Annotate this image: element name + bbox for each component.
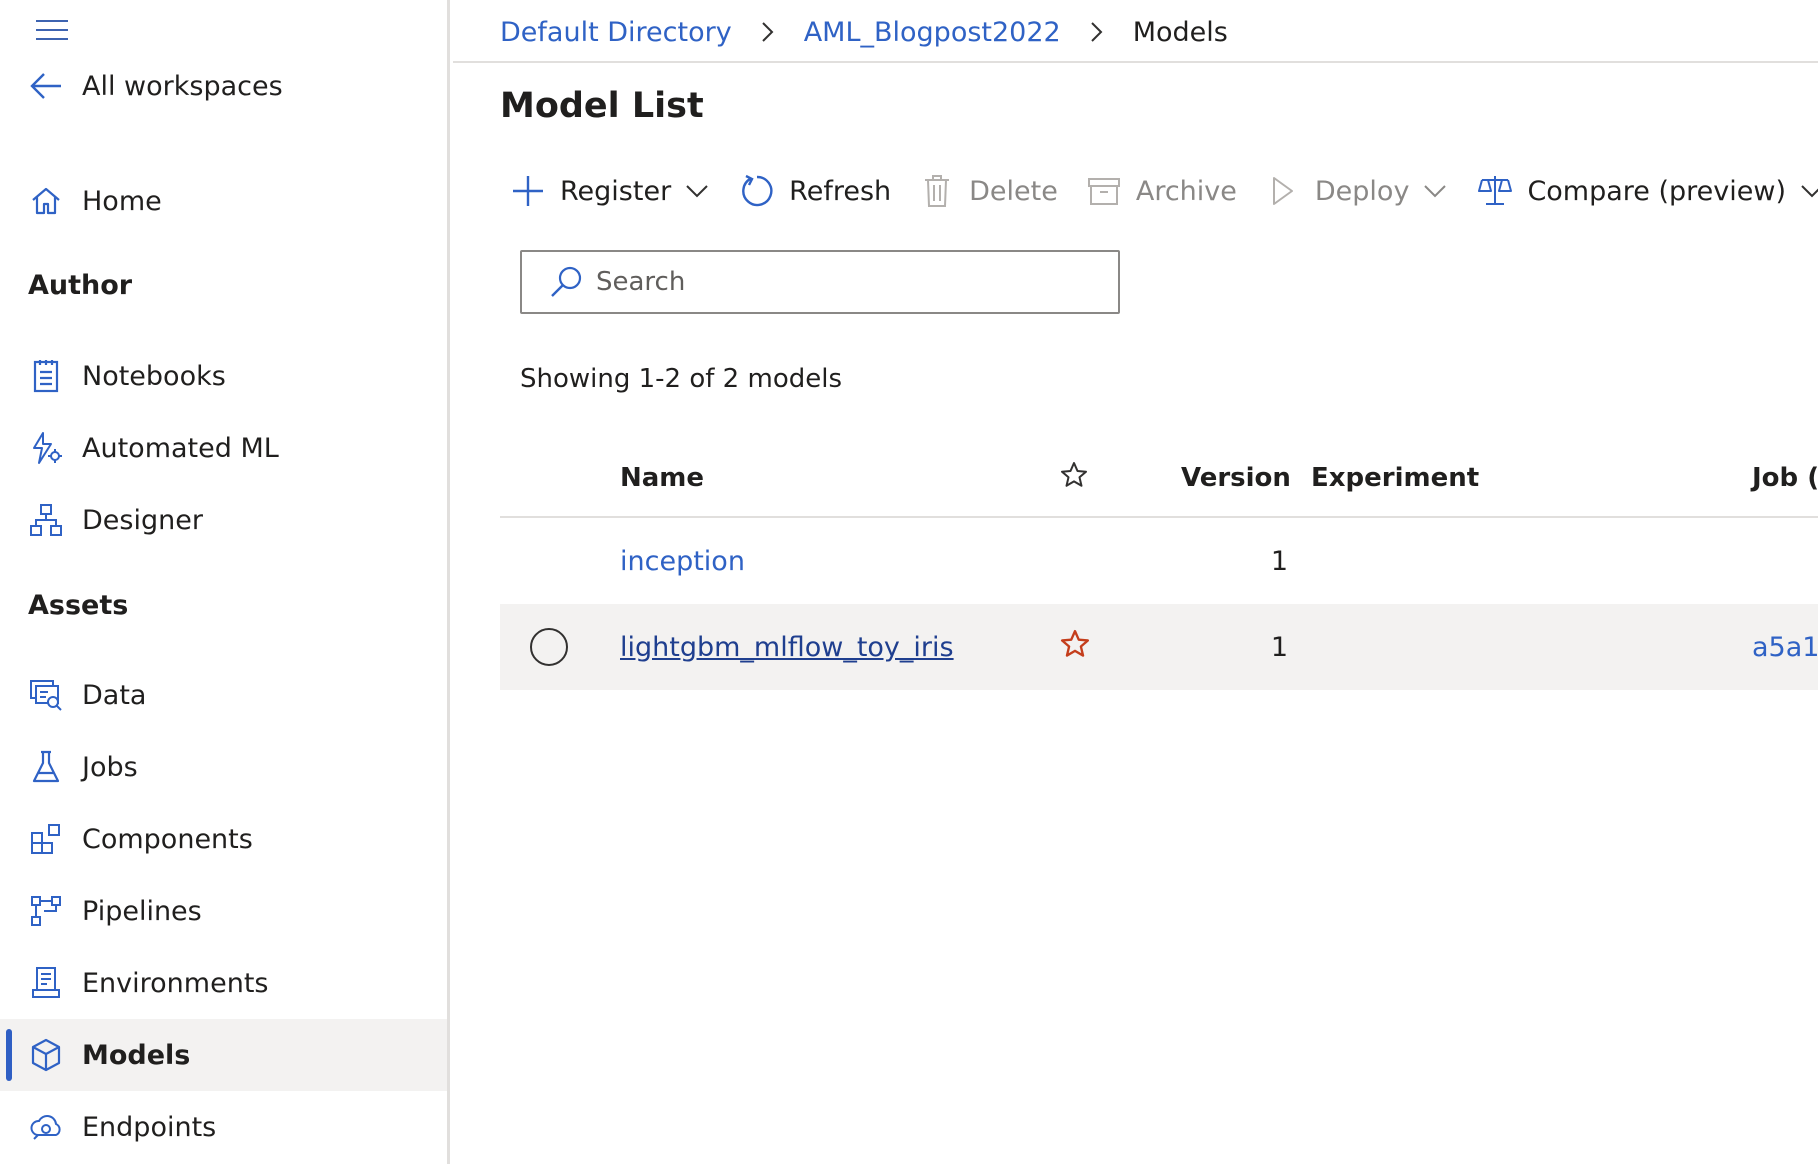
components-icon	[28, 821, 64, 857]
sidebar-item-designer[interactable]: Designer	[0, 484, 447, 556]
sidebar-item-environments[interactable]: Environments	[0, 947, 447, 1019]
chevron-down-icon[interactable]	[683, 177, 711, 205]
sidebar-item-endpoints[interactable]: Endpoints	[0, 1091, 447, 1163]
sidebar-item-label: Pipelines	[82, 895, 202, 927]
home-icon	[28, 183, 64, 219]
sidebar-item-components[interactable]: Components	[0, 803, 447, 875]
sidebar-item-models[interactable]: Models	[0, 1019, 447, 1091]
search-input[interactable]	[596, 267, 1096, 297]
job-link[interactable]: a5a17	[1752, 632, 1818, 663]
archive-button[interactable]: Archive	[1086, 173, 1237, 209]
delete-button[interactable]: Delete	[919, 173, 1058, 209]
deploy-label: Deploy	[1314, 175, 1410, 207]
column-header-name[interactable]: Name	[620, 440, 704, 516]
refresh-icon	[739, 173, 775, 209]
scale-balance-icon	[1477, 173, 1513, 209]
table-row[interactable]: lightgbm_mlflow_toy_iris 1 a5a17	[500, 604, 1818, 690]
breadcrumb-workspace[interactable]: AML_Blogpost2022	[804, 17, 1061, 48]
flask-icon	[28, 749, 64, 785]
chevron-right-icon	[746, 18, 790, 46]
model-name-link[interactable]: inception	[620, 546, 745, 577]
refresh-label: Refresh	[789, 175, 892, 207]
command-bar: Register Refresh Delete Archive Deploy C…	[510, 166, 1818, 216]
sidebar-item-label: Jobs	[82, 751, 138, 783]
archive-label: Archive	[1135, 175, 1237, 207]
refresh-button[interactable]: Refresh	[739, 173, 891, 209]
all-workspaces-label: All workspaces	[82, 70, 283, 102]
play-icon	[1265, 173, 1301, 209]
designer-icon	[28, 502, 64, 538]
sidebar-item-notebooks[interactable]: Notebooks	[0, 340, 447, 412]
sidebar-item-label: Designer	[82, 504, 203, 536]
trash-icon	[919, 173, 955, 209]
header-divider	[453, 61, 1818, 63]
archive-icon	[1086, 173, 1122, 209]
star-filled-icon	[1060, 629, 1090, 666]
results-summary: Showing 1-2 of 2 models	[520, 364, 842, 394]
sidebar-item-label: Endpoints	[82, 1111, 217, 1143]
all-workspaces-link[interactable]: All workspaces	[0, 50, 447, 122]
data-icon	[28, 677, 64, 713]
model-version: 1	[1270, 545, 1288, 577]
breadcrumb-current: Models	[1132, 16, 1228, 48]
row-select-radio[interactable]	[530, 628, 568, 666]
chevron-right-icon	[1075, 18, 1119, 46]
sidebar-item-data[interactable]: Data	[0, 659, 447, 731]
column-header-job[interactable]: Job (R	[1752, 440, 1818, 516]
model-name-link[interactable]: lightgbm_mlflow_toy_iris	[620, 632, 954, 663]
sidebar-item-automated-ml[interactable]: Automated ML	[0, 412, 447, 484]
register-button[interactable]: Register	[510, 173, 711, 209]
active-indicator	[6, 1029, 12, 1081]
sidebar-item-label: Automated ML	[82, 432, 279, 464]
compare-button[interactable]: Compare (preview)	[1477, 173, 1818, 209]
sidebar-item-label: Home	[82, 185, 162, 217]
sidebar-item-label: Environments	[82, 967, 269, 999]
sidebar-item-label: Notebooks	[82, 360, 226, 392]
back-arrow-icon	[28, 68, 64, 104]
hamburger-menu-icon[interactable]	[36, 18, 70, 42]
plus-icon	[510, 173, 546, 209]
sidebar-item-label: Models	[82, 1039, 191, 1071]
chevron-down-icon[interactable]	[1798, 177, 1818, 205]
star-outline-icon	[1060, 461, 1088, 496]
search-box	[520, 250, 1120, 314]
deploy-button[interactable]: Deploy	[1265, 173, 1450, 209]
endpoints-icon	[28, 1109, 64, 1145]
notebook-icon	[28, 358, 64, 394]
sidebar-item-label: Components	[82, 823, 253, 855]
model-version: 1	[1270, 631, 1288, 663]
chevron-down-icon[interactable]	[1421, 177, 1449, 205]
sidebar-item-pipelines[interactable]: Pipelines	[0, 875, 447, 947]
breadcrumb-default-directory[interactable]: Default Directory	[500, 17, 732, 48]
page-title: Model List	[500, 86, 704, 126]
column-header-experiment[interactable]: Experiment	[1311, 440, 1479, 516]
breadcrumb: Default Directory AML_Blogpost2022 Model…	[500, 10, 1228, 54]
cube-icon	[28, 1037, 64, 1073]
column-header-version[interactable]: Version	[1181, 440, 1291, 516]
environments-icon	[28, 965, 64, 1001]
sidebar-item-jobs[interactable]: Jobs	[0, 731, 447, 803]
table-row[interactable]: inception 1	[500, 518, 1818, 604]
sidebar-item-home[interactable]: Home	[0, 165, 447, 237]
section-heading-assets: Assets	[28, 590, 129, 621]
search-icon	[548, 264, 584, 300]
compare-label: Compare (preview)	[1527, 175, 1786, 207]
favorite-star-button[interactable]	[1060, 604, 1090, 690]
sidebar-item-label: Data	[82, 679, 147, 711]
automated-ml-icon	[28, 430, 64, 466]
delete-label: Delete	[969, 175, 1058, 207]
left-navigation: All workspaces Home Author Notebooks Aut…	[0, 0, 450, 1164]
pipelines-icon	[28, 893, 64, 929]
column-header-favorite[interactable]	[1060, 440, 1088, 516]
section-heading-author: Author	[28, 270, 133, 301]
register-label: Register	[560, 175, 672, 207]
